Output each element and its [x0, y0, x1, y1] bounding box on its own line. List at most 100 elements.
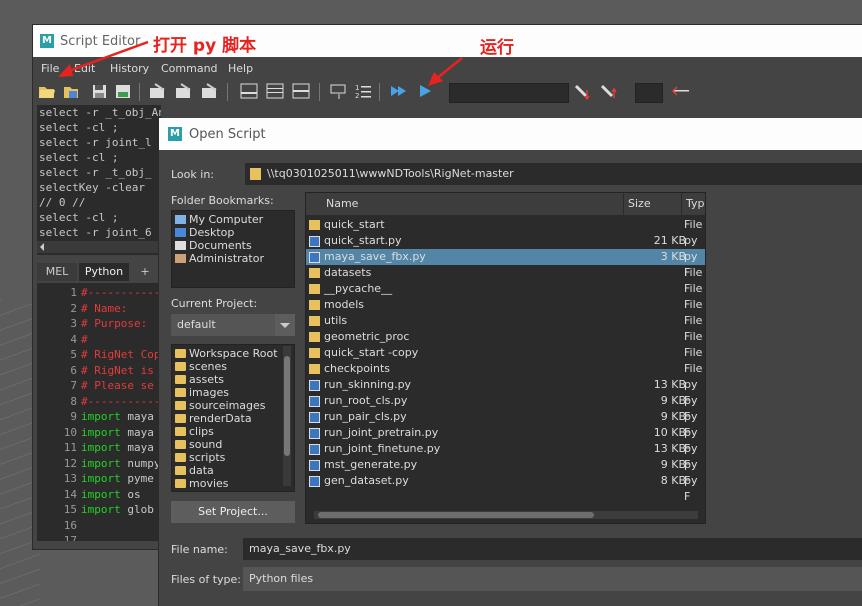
project-folder-item[interactable]: sound — [172, 438, 294, 451]
file-name-input[interactable]: maya_save_fbx.py — [243, 538, 862, 560]
file-name: checkpoints — [324, 362, 390, 375]
file-row[interactable]: models File — [306, 297, 705, 313]
python-file-icon — [309, 444, 320, 455]
current-project-label: Current Project: — [171, 297, 258, 310]
project-folder-item[interactable]: scenes — [172, 360, 294, 373]
column-header-name[interactable]: Name — [306, 193, 624, 215]
file-name: mst_generate.py — [324, 458, 418, 471]
python-file-icon — [309, 380, 320, 391]
project-folder-item[interactable]: sourceimages — [172, 399, 294, 412]
file-name: __pycache__ — [324, 282, 393, 295]
bookmark-item[interactable]: Documents — [172, 239, 294, 252]
file-type: File — [684, 266, 703, 279]
files-of-type-select[interactable]: Python files — [243, 567, 862, 591]
look-in-path: \\tq0301025011\wwwNDTools\RigNet-master — [267, 167, 514, 180]
column-header-size[interactable]: Size — [624, 193, 682, 215]
file-row[interactable]: run_root_cls.py 9 KB py F — [306, 393, 705, 423]
folder-icon — [250, 168, 261, 180]
file-size: 13 KB — [653, 378, 686, 391]
folder-icon — [309, 316, 320, 326]
maya-logo-icon: M — [168, 127, 182, 141]
chevron-down-icon[interactable] — [275, 314, 295, 336]
user-icon — [175, 254, 186, 263]
project-folder-item[interactable]: assets — [172, 373, 294, 386]
file-row[interactable]: checkpoints File — [306, 361, 705, 377]
file-row[interactable]: utils File — [306, 313, 705, 329]
project-folders-list[interactable]: Workspace Root scenes assets images sourceim… — [171, 344, 295, 492]
bookmarks-list[interactable]: My Computer Desktop Documents Administrator — [171, 210, 295, 288]
file-type: File — [684, 362, 703, 375]
project-folder-label: assets — [189, 373, 225, 386]
project-folders-scrollbar[interactable] — [283, 346, 291, 486]
file-name: run_joint_finetune.py — [324, 442, 441, 455]
folder-icon — [175, 388, 186, 397]
file-row[interactable]: datasets File — [306, 265, 705, 281]
file-rows: quick_start File quick_start.py 21 KB py F ma… — [306, 217, 705, 503]
file-list-scrollbar[interactable] — [314, 511, 698, 519]
file-name: utils — [324, 314, 348, 327]
python-file-icon — [309, 460, 320, 471]
file-row[interactable]: run_skinning.py 13 KB py F — [306, 377, 705, 407]
folder-icon — [309, 268, 320, 278]
project-folder-item[interactable]: Workspace Root — [172, 347, 294, 360]
file-name: datasets — [324, 266, 372, 279]
column-header-type[interactable]: Typ — [682, 193, 705, 215]
bookmark-label: Administrator — [189, 252, 264, 265]
folder-icon — [175, 479, 186, 488]
file-row[interactable]: run_joint_pretrain.py 10 KB py F — [306, 425, 705, 455]
file-row[interactable]: maya_save_fbx.py 3 KB py F — [306, 249, 705, 279]
dialog-title: Open Script — [189, 127, 266, 142]
file-size: 9 KB — [660, 394, 686, 407]
file-row[interactable]: quick_start File — [306, 217, 705, 233]
file-type: File — [684, 330, 703, 343]
file-size: 10 KB — [653, 426, 686, 439]
project-folder-item[interactable]: images — [172, 386, 294, 399]
folder-icon — [309, 332, 320, 342]
project-folder-item[interactable]: renderData — [172, 412, 294, 425]
folder-icon — [175, 349, 186, 358]
file-row[interactable]: run_pair_cls.py 9 KB py F — [306, 409, 705, 439]
file-name: run_joint_pretrain.py — [324, 426, 439, 439]
file-name: geometric_proc — [324, 330, 410, 343]
bookmark-label: My Computer — [189, 213, 264, 226]
arrow-to-open-icon — [65, 40, 149, 74]
dialog-titlebar[interactable]: M Open Script — [159, 118, 862, 150]
project-folder-label: scripts — [189, 451, 226, 464]
file-type: File — [684, 346, 703, 359]
set-project-button[interactable]: Set Project... — [171, 501, 295, 523]
file-row[interactable]: run_joint_finetune.py 13 KB py F — [306, 441, 705, 471]
file-row[interactable]: quick_start -copy File — [306, 345, 705, 361]
bookmark-item[interactable]: My Computer — [172, 213, 294, 226]
project-folder-label: scenes — [189, 360, 228, 373]
file-size: 9 KB — [660, 410, 686, 423]
project-folder-item[interactable]: scripts — [172, 451, 294, 464]
python-file-icon — [309, 412, 320, 423]
current-project-select[interactable]: default — [171, 314, 295, 336]
project-folder-item[interactable]: movies — [172, 477, 294, 490]
folder-icon — [175, 453, 186, 462]
folder-icon — [309, 220, 320, 230]
file-list[interactable]: Name Size Typ quick_start File quick_start… — [305, 192, 706, 524]
file-row[interactable]: gen_dataset.py 8 KB py F — [306, 473, 705, 503]
file-name: quick_start — [324, 218, 385, 231]
bookmark-label: Documents — [189, 239, 252, 252]
project-folder-item[interactable]: clips — [172, 425, 294, 438]
file-name-label: File name: — [171, 543, 228, 556]
project-folder-item[interactable]: data — [172, 464, 294, 477]
file-size: 9 KB — [660, 458, 686, 471]
python-file-icon — [309, 428, 320, 439]
file-row[interactable]: quick_start.py21 KBpy F — [306, 233, 705, 263]
file-row[interactable]: __pycache__ File — [306, 281, 705, 297]
current-project-value: default — [177, 318, 216, 331]
look-in-field[interactable]: \\tq0301025011\wwwNDTools\RigNet-master — [245, 163, 862, 185]
file-size: 3 KB — [660, 250, 686, 263]
bookmark-item[interactable]: Administrator — [172, 252, 294, 265]
files-of-type-value: Python files — [249, 572, 314, 585]
file-row[interactable]: mst_generate.py 9 KB py F — [306, 457, 705, 487]
file-size: 13 KB — [653, 442, 686, 455]
bookmark-label: Desktop — [189, 226, 235, 239]
file-row[interactable]: geometric_proc File — [306, 329, 705, 345]
file-type: py F — [684, 474, 698, 503]
file-type: File — [684, 314, 703, 327]
bookmark-item[interactable]: Desktop — [172, 226, 294, 239]
